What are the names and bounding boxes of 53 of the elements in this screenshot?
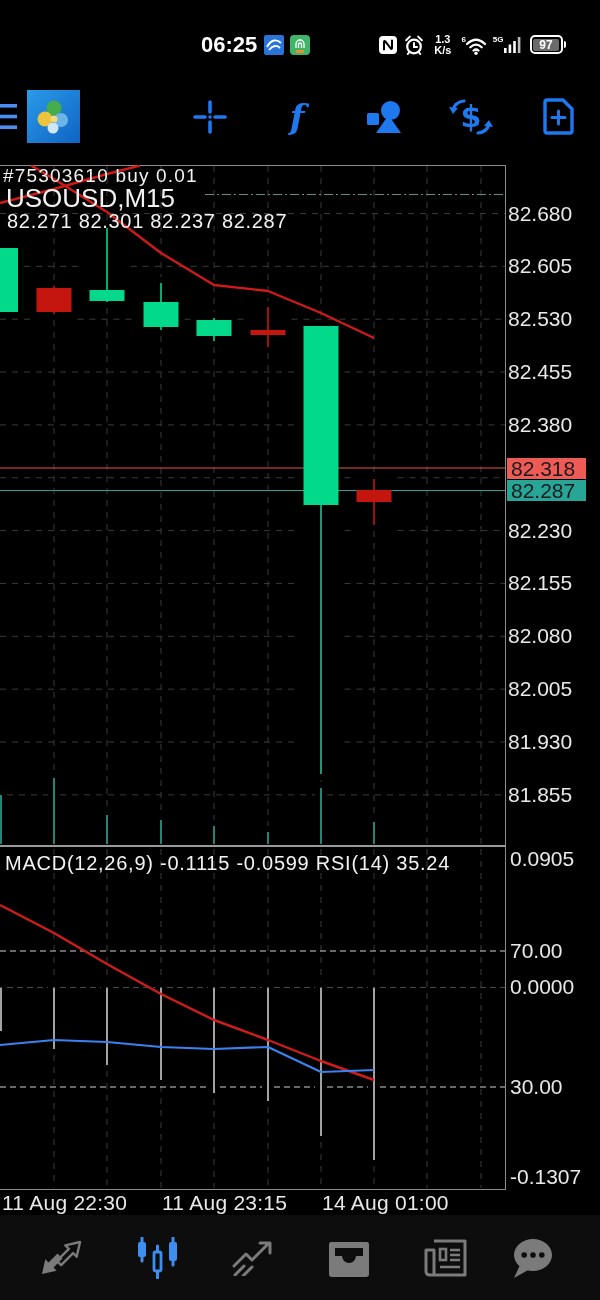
- chat-bubble-icon: [511, 1237, 553, 1278]
- scale-label: -0.1307: [510, 1165, 582, 1189]
- time-label: 14 Aug 01:00: [322, 1190, 450, 1215]
- time-label: 11 Aug 23:15: [162, 1190, 289, 1215]
- ask-price-tag: 82.318: [507, 457, 586, 479]
- candle: [196, 317, 232, 342]
- wifi-standard-label: 6: [461, 34, 466, 44]
- trend-arrow-icon: [232, 1239, 274, 1276]
- crosshair-icon: [193, 99, 227, 134]
- candle: [250, 306, 286, 348]
- price-label: 82.680: [508, 201, 573, 226]
- network-speed: 1.3: [435, 33, 451, 45]
- clock-time: 06:25: [201, 31, 258, 59]
- signal-icon: [503, 36, 521, 53]
- price-label: 82.605: [508, 254, 573, 279]
- shapes-icon: [367, 100, 401, 133]
- newspaper-icon: [423, 1237, 467, 1278]
- scale-label: 70.00: [510, 939, 563, 963]
- price-label: 82.080: [508, 624, 573, 649]
- network-type-label: 5G: [492, 34, 504, 44]
- indicators-button[interactable]: f: [275, 94, 319, 139]
- scale-label: 0.0905: [510, 847, 575, 871]
- network-speed-unit: K/s: [434, 44, 452, 56]
- trade-button[interactable]: $: [449, 94, 493, 139]
- price-label: 82.455: [508, 360, 573, 385]
- menu-button[interactable]: [0, 104, 17, 129]
- app-icon: [264, 34, 285, 55]
- time-label: 11 Aug 22:30: [2, 1190, 129, 1215]
- candle: [36, 285, 72, 315]
- scale-label: 30.00: [510, 1075, 563, 1099]
- nfc-icon: [379, 35, 398, 54]
- candle: [356, 478, 392, 526]
- indicator-legend: MACD(12,26,9) -0.1115 -0.0599 RSI(14) 35.24: [5, 851, 451, 875]
- double-arrow-icon: [40, 1239, 82, 1276]
- price-label: 82.005: [508, 677, 573, 702]
- battery-percent: 97: [533, 38, 559, 51]
- price-label: 82.380: [508, 412, 573, 437]
- price-label: 82.155: [508, 571, 573, 596]
- price-label: 82.230: [508, 518, 573, 543]
- candle: [143, 282, 179, 331]
- candle: [0, 248, 18, 312]
- bid-price-tag: 82.287: [507, 479, 586, 501]
- add-document-icon: [542, 98, 574, 135]
- price-label: 81.855: [508, 782, 573, 807]
- wifi-icon: [465, 36, 486, 55]
- alarm-clock-icon: [404, 34, 425, 55]
- menu-icon: [0, 104, 17, 129]
- app-icon: [290, 34, 311, 55]
- app-logo-icon: [27, 90, 80, 143]
- scale-label: 0.0000: [510, 975, 575, 999]
- price-label: 81.930: [508, 730, 573, 754]
- price-label: 82.530: [508, 307, 573, 332]
- candlestick-icon: [135, 1236, 179, 1279]
